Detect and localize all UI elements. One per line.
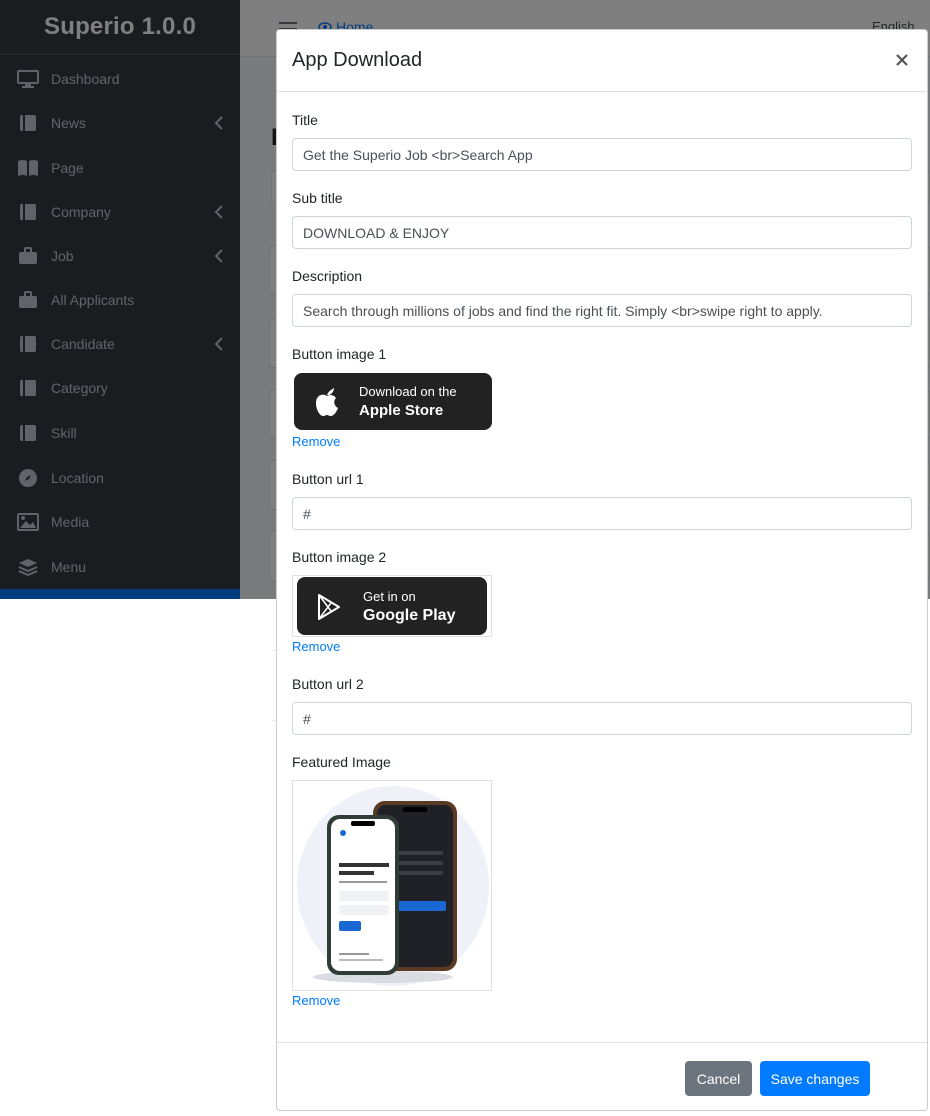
apple-store-badge: Download on the Apple Store [294, 373, 492, 430]
google-play-badge: Get in on Google Play [297, 577, 487, 635]
button-url-1-input[interactable] [292, 497, 912, 530]
featured-image-preview[interactable] [292, 780, 492, 991]
title-label: Title [292, 112, 318, 128]
description-label: Description [292, 268, 363, 284]
button-image-2-label: Button image 2 [292, 549, 387, 565]
modal-title: App Download [292, 49, 423, 71]
apple-badge-line2: Apple Store [359, 402, 444, 419]
app-download-modal: App Download Title Sub title Description… [276, 29, 928, 1111]
remove-featured-image-link[interactable]: Remove [292, 993, 340, 1008]
save-changes-button[interactable]: Save changes [760, 1061, 870, 1096]
apple-icon [316, 388, 338, 416]
description-input[interactable] [292, 294, 912, 327]
close-icon [896, 54, 908, 66]
button-image-1-preview[interactable]: Download on the Apple Store [292, 372, 492, 432]
modal-header: App Download [277, 30, 927, 92]
featured-image-label: Featured Image [292, 754, 391, 770]
google-badge-line2: Google Play [363, 607, 456, 624]
modal-footer: Cancel Save changes [277, 1042, 927, 1110]
button-image-1-label: Button image 1 [292, 346, 387, 362]
subtitle-input[interactable] [292, 216, 912, 249]
title-input[interactable] [292, 138, 912, 171]
close-button[interactable] [893, 50, 911, 70]
button-url-2-label: Button url 2 [292, 676, 364, 692]
remove-button-image-2-link[interactable]: Remove [292, 639, 340, 654]
button-url-2-input[interactable] [292, 702, 912, 735]
remove-button-image-1-link[interactable]: Remove [292, 434, 340, 449]
button-url-1-label: Button url 1 [292, 471, 364, 487]
google-play-icon [318, 594, 340, 620]
google-badge-line1: Get in on [363, 589, 416, 604]
phone-mockup-image [297, 786, 489, 986]
apple-badge-line1: Download on the [359, 384, 457, 399]
button-image-2-preview[interactable]: Get in on Google Play [292, 575, 492, 637]
subtitle-label: Sub title [292, 190, 343, 206]
cancel-button[interactable]: Cancel [685, 1061, 752, 1096]
